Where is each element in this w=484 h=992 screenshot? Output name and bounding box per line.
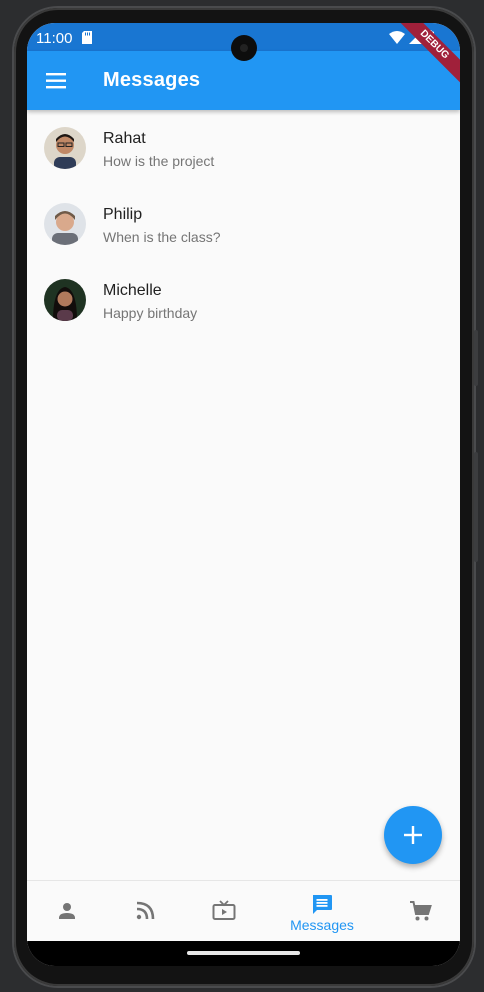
volume-button bbox=[474, 452, 478, 562]
app-screen: 11:00 Messages DEBUG Rahat How is the pr… bbox=[27, 23, 460, 966]
avatar bbox=[44, 279, 86, 321]
home-gesture-bar[interactable] bbox=[187, 951, 300, 955]
message-preview: When is the class? bbox=[103, 229, 221, 245]
nav-item-profile[interactable] bbox=[27, 881, 107, 942]
wifi-icon bbox=[389, 30, 405, 49]
conversation-item-rahat[interactable]: Rahat How is the project bbox=[27, 110, 460, 186]
nav-item-tv[interactable] bbox=[184, 881, 264, 942]
sd-card-icon bbox=[82, 31, 92, 49]
message-preview: Happy birthday bbox=[103, 305, 198, 321]
status-time: 11:00 bbox=[36, 30, 73, 47]
avatar bbox=[44, 127, 86, 169]
nav-label: Messages bbox=[290, 917, 354, 933]
menu-button[interactable] bbox=[43, 67, 71, 95]
conversation-item-michelle[interactable]: Michelle Happy birthday bbox=[27, 262, 460, 338]
avatar bbox=[44, 203, 86, 245]
system-navigation bbox=[27, 941, 460, 966]
page-title: Messages bbox=[103, 69, 201, 91]
contact-name: Philip bbox=[103, 206, 143, 223]
contact-name: Rahat bbox=[103, 130, 146, 147]
power-button bbox=[474, 330, 478, 386]
contact-name: Michelle bbox=[103, 282, 162, 299]
conversation-item-philip[interactable]: Philip When is the class? bbox=[27, 186, 460, 262]
message-preview: How is the project bbox=[103, 153, 215, 169]
add-button[interactable] bbox=[384, 806, 442, 864]
front-camera bbox=[231, 35, 257, 61]
nav-item-cart[interactable] bbox=[381, 881, 460, 942]
nav-item-feed[interactable] bbox=[105, 881, 185, 942]
nav-item-messages[interactable]: Messages bbox=[282, 881, 362, 942]
bottom-navigation: Messages bbox=[27, 880, 460, 942]
conversation-list: Rahat How is the project Philip When is … bbox=[27, 110, 460, 338]
